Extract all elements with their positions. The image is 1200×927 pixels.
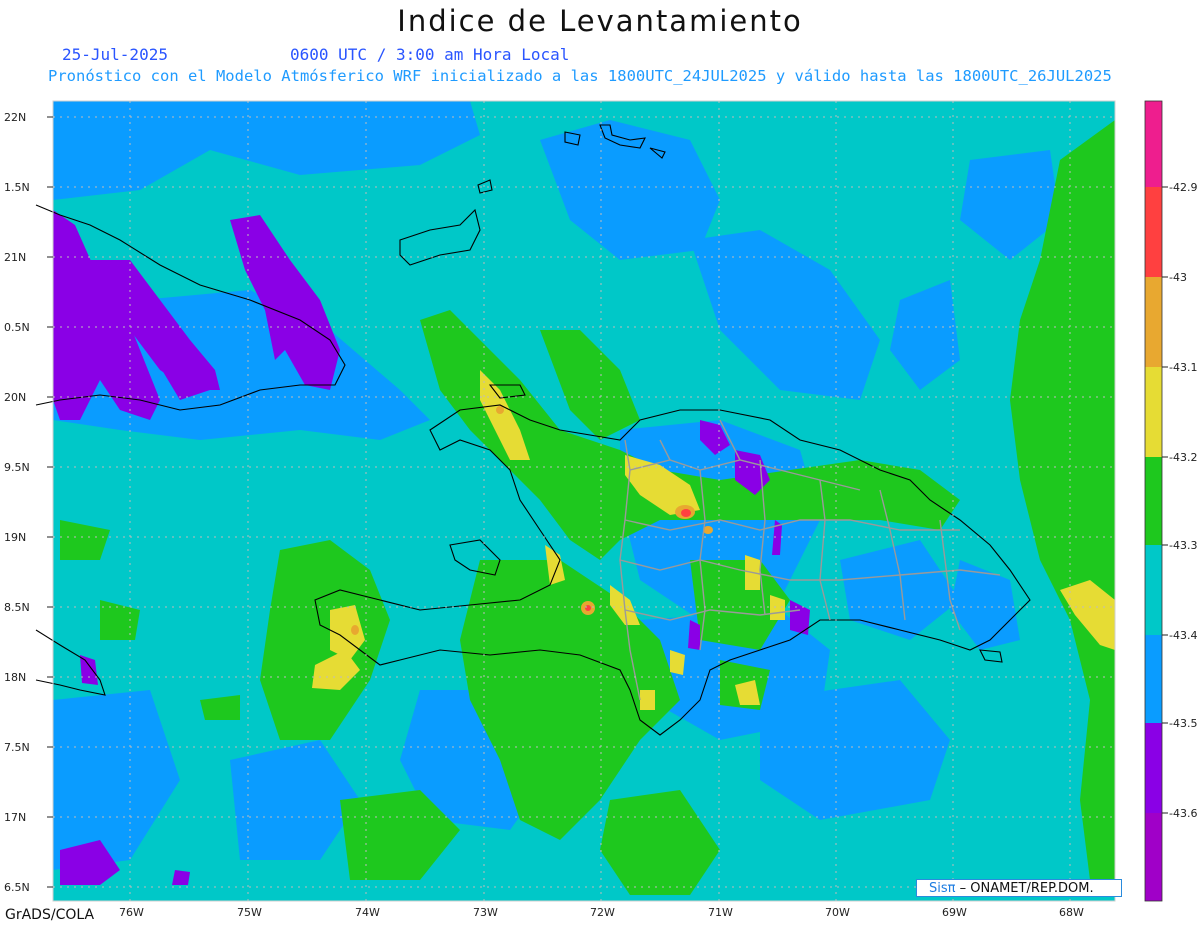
lon-tick-label: 68W [1059, 906, 1084, 919]
colorbar-label: -43.4 [1169, 629, 1197, 642]
forecast-subtitle: Pronóstico con el Modelo Atmósferico WRF… [48, 67, 1112, 85]
credit-brand: Sisπ [929, 881, 956, 896]
colorbar-segment [1145, 277, 1162, 367]
colorbar-label: -43.6 [1169, 807, 1197, 820]
colorbar-segment [1145, 101, 1162, 187]
lat-tick-label: 7.5N [4, 741, 30, 754]
colorbar-label: -43 [1169, 271, 1187, 284]
lat-tick-label: 9.5N [4, 461, 30, 474]
lat-tick-label: 6.5N [4, 881, 30, 894]
lat-tick-label: 18N [4, 671, 26, 684]
credit-box: Sisπ – ONAMET/REP.DOM. [916, 879, 1122, 897]
colorbar-segment [1145, 723, 1162, 813]
lat-axis: 22N 1.5N 21N 0.5N 20N 9.5N 19N 8.5N 18N … [4, 111, 53, 894]
lat-tick-label: 22N [4, 111, 26, 124]
colorbar-segment [1145, 545, 1162, 635]
lon-tick-label: 74W [355, 906, 380, 919]
credit-text: – ONAMET/REP.DOM. [955, 881, 1094, 896]
colorbar-segment [1145, 635, 1162, 723]
lon-tick-label: 69W [942, 906, 967, 919]
lat-tick-label: 0.5N [4, 321, 30, 334]
lon-tick-label: 70W [825, 906, 850, 919]
lon-axis: 76W 75W 74W 73W 72W 71W 70W 69W 68W [119, 906, 1084, 919]
colorbar-label: -43.1 [1169, 361, 1197, 374]
lon-tick-label: 73W [473, 906, 498, 919]
colorbar: -42.9 -43 -43.1 -43.2 -43.3 -43.4 -43.5 … [1144, 100, 1197, 902]
colorbar-label: -43.5 [1169, 717, 1197, 730]
lat-tick-label: 20N [4, 391, 26, 404]
colorbar-segment [1145, 457, 1162, 545]
colorbar-label: -43.2 [1169, 451, 1197, 464]
colorbar-label: -43.3 [1169, 539, 1197, 552]
lon-tick-label: 72W [590, 906, 615, 919]
colorbar-segment [1145, 187, 1162, 277]
colorbar-segment [1145, 813, 1162, 901]
lat-tick-label: 21N [4, 251, 26, 264]
colorbar-segment [1145, 367, 1162, 457]
lat-tick-label: 1.5N [4, 181, 30, 194]
lat-tick-label: 19N [4, 531, 26, 544]
lon-tick-label: 75W [237, 906, 262, 919]
lon-tick-label: 76W [119, 906, 144, 919]
footer-label: GrADS/COLA [5, 907, 95, 923]
forecast-time: 0600 UTC / 3:00 am Hora Local [290, 45, 570, 64]
forecast-date: 25-Jul-2025 [62, 45, 168, 64]
weather-map: 22N 1.5N 21N 0.5N 20N 9.5N 19N 8.5N 18N … [4, 100, 1197, 919]
lon-tick-label: 71W [708, 906, 733, 919]
lat-tick-label: 17N [4, 811, 26, 824]
map-title: Indice de Levantamiento [397, 4, 803, 38]
lat-tick-label: 8.5N [4, 601, 30, 614]
colorbar-label: -42.9 [1169, 181, 1197, 194]
